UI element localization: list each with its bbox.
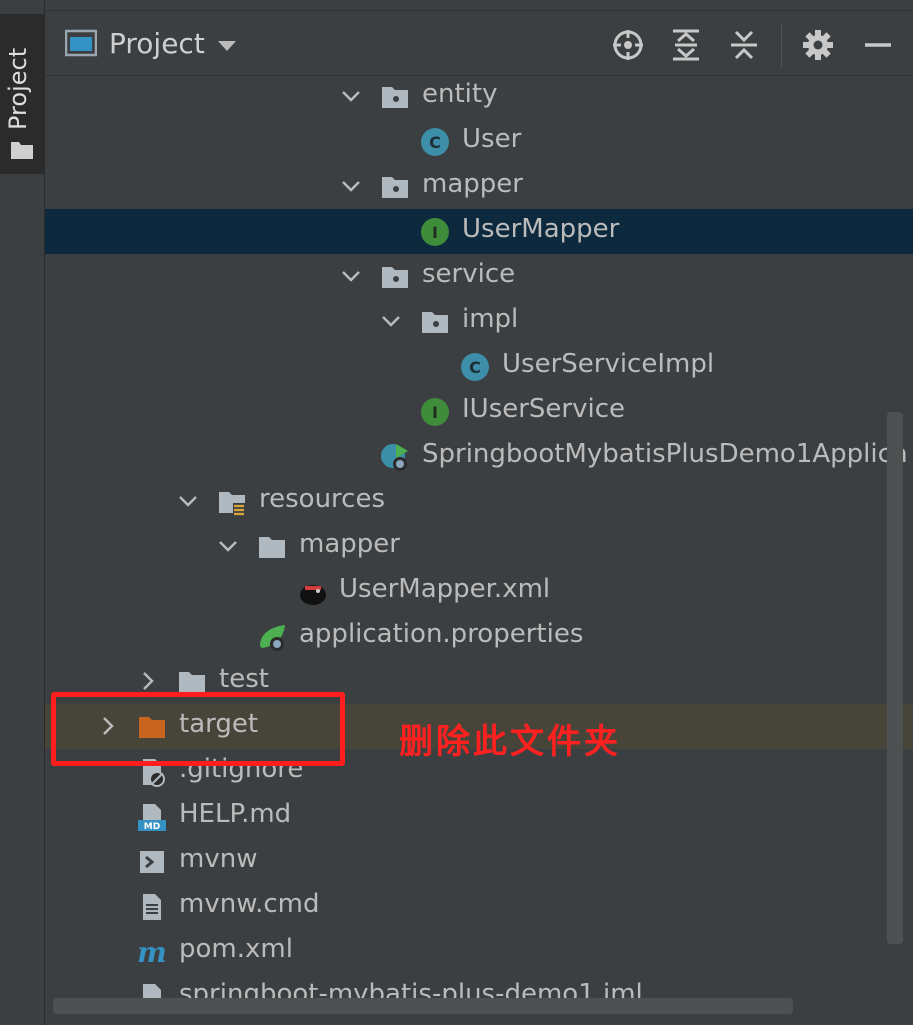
spring-properties-icon — [260, 625, 285, 651]
class-icon: C — [461, 353, 489, 381]
class-icon: C — [421, 128, 449, 156]
svg-text:I: I — [432, 223, 438, 242]
tree-item-label: test — [219, 664, 269, 694]
tree-row[interactable]: mapper — [45, 164, 913, 209]
package-icon — [422, 312, 448, 333]
tree-item-label: service — [422, 259, 516, 289]
tree-item-label: mapper — [422, 169, 523, 199]
expand-all-icon[interactable] — [669, 28, 703, 62]
svg-text:m: m — [137, 937, 167, 967]
shell-file-icon — [140, 851, 164, 873]
tree-item-label: IUserService — [462, 394, 626, 424]
minimize-icon[interactable] — [861, 28, 895, 62]
tree-row[interactable]: I IUserService — [45, 389, 913, 434]
chevron-down-icon[interactable] — [217, 535, 239, 557]
chevron-down-icon[interactable] — [340, 85, 362, 107]
chevron-down-icon[interactable] — [380, 310, 402, 332]
annotation-highlight-box — [51, 692, 345, 766]
interface-icon: I — [421, 218, 449, 246]
tool-window-strip: Project — [0, 0, 45, 1025]
project-panel: Project entity C User mapper I UserMapper serv… — [45, 0, 913, 1025]
tree-row[interactable]: service — [45, 254, 913, 299]
tree-item-label: SpringbootMybatisPlusDemo1Applica — [422, 439, 908, 469]
text-file-icon — [143, 894, 161, 920]
tree-item-label: UserMapper.xml — [339, 574, 551, 604]
chevron-down-icon[interactable] — [217, 39, 237, 53]
tree-item-label: mvnw — [179, 844, 258, 874]
tree-item-label: application.properties — [299, 619, 584, 649]
project-tool-tab[interactable]: Project — [0, 14, 44, 174]
project-view-icon — [65, 29, 97, 57]
svg-text:C: C — [429, 133, 441, 152]
chevron-right-icon[interactable] — [137, 670, 159, 692]
spring-app-icon — [381, 444, 408, 471]
tree-row[interactable]: I UserMapper — [45, 209, 913, 254]
tree-row[interactable]: entity — [45, 74, 913, 119]
interface-icon: I — [421, 398, 449, 426]
tree-row[interactable]: C UserServiceImpl — [45, 344, 913, 389]
tree-item-label: User — [462, 124, 522, 154]
tree-item-label: resources — [259, 484, 386, 514]
chevron-down-icon[interactable] — [340, 265, 362, 287]
tree-row[interactable]: C User — [45, 119, 913, 164]
markdown-file-icon: MD — [138, 804, 166, 832]
panel-header: Project — [45, 10, 913, 76]
tree-row[interactable]: mapper — [45, 524, 913, 569]
tree-item-label: entity — [422, 79, 498, 109]
locate-icon[interactable] — [611, 28, 645, 62]
tree-row[interactable]: mvnw.cmd — [45, 884, 913, 929]
tree-item-label: mvnw.cmd — [179, 889, 320, 919]
package-icon — [382, 267, 408, 288]
chevron-down-icon[interactable] — [340, 175, 362, 197]
panel-title[interactable]: Project — [109, 27, 205, 60]
tree-item-label: UserMapper — [462, 214, 620, 244]
folder-icon — [259, 537, 285, 558]
header-separator — [781, 25, 782, 67]
annotation-text: 删除此文件夹 — [399, 722, 621, 762]
tree-row[interactable]: impl — [45, 299, 913, 344]
tree-row[interactable]: resources — [45, 479, 913, 524]
svg-text:C: C — [469, 358, 481, 377]
mybatis-icon — [300, 585, 326, 605]
tree-item-label: mapper — [299, 529, 400, 559]
vertical-scrollbar[interactable] — [887, 412, 903, 944]
svg-text:MD: MD — [144, 822, 160, 832]
maven-icon: m — [137, 937, 167, 967]
gear-icon[interactable] — [801, 28, 835, 62]
svg-text:I: I — [432, 403, 438, 422]
tree-row[interactable]: UserMapper.xml — [45, 569, 913, 614]
chevron-down-icon[interactable] — [177, 490, 199, 512]
tree-row[interactable]: application.properties — [45, 614, 913, 659]
tree-item-label: HELP.md — [179, 799, 292, 829]
tree-item-label: pom.xml — [179, 934, 293, 964]
package-icon — [382, 177, 408, 198]
project-tool-tab-label: Project — [4, 47, 32, 130]
collapse-all-icon[interactable] — [727, 28, 761, 62]
tree-item-label: impl — [462, 304, 519, 334]
tree-row[interactable]: m pom.xml — [45, 929, 913, 974]
tree-row[interactable]: MD HELP.md — [45, 794, 913, 839]
tree-item-label: UserServiceImpl — [502, 349, 715, 379]
tree-row[interactable]: mvnw — [45, 839, 913, 884]
tree-row[interactable]: SpringbootMybatisPlusDemo1Applica — [45, 434, 913, 479]
folder-icon — [11, 142, 33, 159]
package-icon — [382, 87, 408, 108]
horizontal-scrollbar[interactable] — [53, 998, 793, 1014]
resources-folder-icon — [219, 492, 245, 516]
